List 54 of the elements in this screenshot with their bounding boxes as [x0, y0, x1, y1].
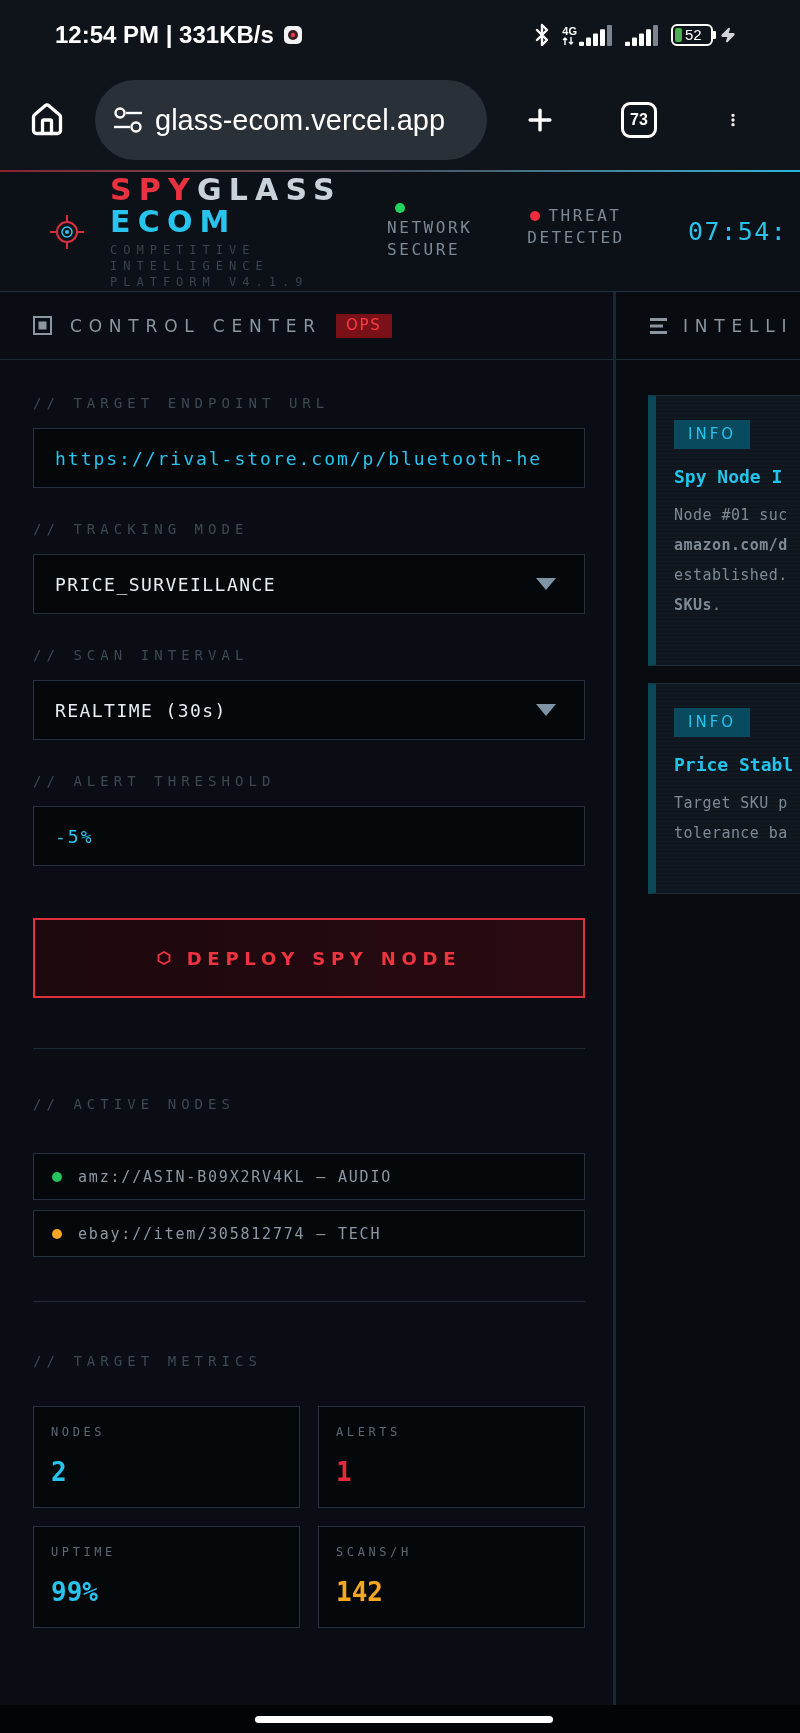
metric-value: 1 — [336, 1456, 352, 1488]
home-icon — [29, 102, 65, 138]
dropdown-select[interactable]: PRICE_SURVEILLANCE — [33, 554, 585, 614]
hexagon-icon — [156, 951, 171, 965]
clock-text: 07:54: — [688, 216, 788, 247]
tab-count-button[interactable]: 73 — [621, 102, 657, 138]
caret-icon — [536, 704, 556, 716]
signal-icon — [579, 24, 613, 46]
site-settings-icon — [113, 107, 143, 133]
status-label: THREAT DETECTED — [527, 205, 625, 247]
card-title: Spy Node I — [674, 466, 783, 488]
ops-badge: OPS — [335, 313, 392, 338]
caret-icon — [536, 578, 556, 590]
text-input-field[interactable]: -5% — [33, 806, 585, 866]
panel-title: INTELLI — [683, 314, 794, 337]
status-label: NETWORK SECURE — [387, 216, 474, 261]
panel-title: CONTROL CENTER — [70, 314, 322, 337]
metric-value: 142 — [336, 1576, 383, 1608]
info-badge: INFO — [674, 420, 751, 449]
metric-label: SCANS/H — [336, 1544, 413, 1560]
metric-value: 2 — [51, 1456, 67, 1488]
field-label: // TRACKING MODE — [33, 520, 250, 538]
status-time: 12:54 PM | 331KB/s — [55, 21, 274, 49]
dropdown-select[interactable]: REALTIME (30s) — [33, 680, 585, 740]
square-icon — [33, 316, 52, 335]
app-logo-text: SPY GLASS ECOM — [110, 174, 343, 238]
network-type-text: 4G — [562, 25, 577, 37]
metric-label: UPTIME — [51, 1544, 117, 1560]
data-arrows-icon — [562, 37, 575, 45]
field-label: // ALERT THRESHOLD — [33, 772, 277, 790]
url-text: glass-ecom.vercel.app — [155, 103, 446, 137]
field-label: // TARGET ENDPOINT URL — [33, 394, 331, 412]
text-input-field[interactable]: https://rival-store.com/p/bluetooth-he — [33, 428, 585, 488]
crosshair-icon — [50, 214, 84, 249]
battery-indicator: 52 — [671, 24, 716, 46]
info-badge: INFO — [674, 708, 751, 737]
section-label: // ACTIVE NODES — [33, 1095, 237, 1113]
field-label: // SCAN INTERVAL — [33, 646, 250, 664]
gesture-bar-icon — [255, 1715, 553, 1723]
card-title: Price Stabl — [674, 754, 794, 776]
list-icon — [650, 317, 667, 334]
metric-value: 99% — [51, 1576, 98, 1608]
metric-label: ALERTS — [336, 1424, 402, 1440]
metric-label: NODES — [51, 1424, 107, 1440]
card-body-text: Target SKU p tolerance ba — [674, 793, 788, 844]
charging-icon — [720, 27, 736, 43]
address-bar[interactable]: glass-ecom.vercel.app — [95, 80, 487, 160]
node-label: ebay://item/305812774 — TECH — [78, 1223, 382, 1244]
card-body-text: Node #01 suc amazon.com/d established. SKUs. — [674, 505, 788, 616]
section-label: // TARGET METRICS — [33, 1352, 263, 1370]
signal-icon — [625, 24, 659, 46]
deploy-button[interactable]: DEPLOY SPY NODE — [33, 918, 585, 998]
node-label: amz://ASIN-B09X2RV4KL — AUDIO — [78, 1166, 393, 1187]
app-notification-icon — [283, 26, 302, 44]
